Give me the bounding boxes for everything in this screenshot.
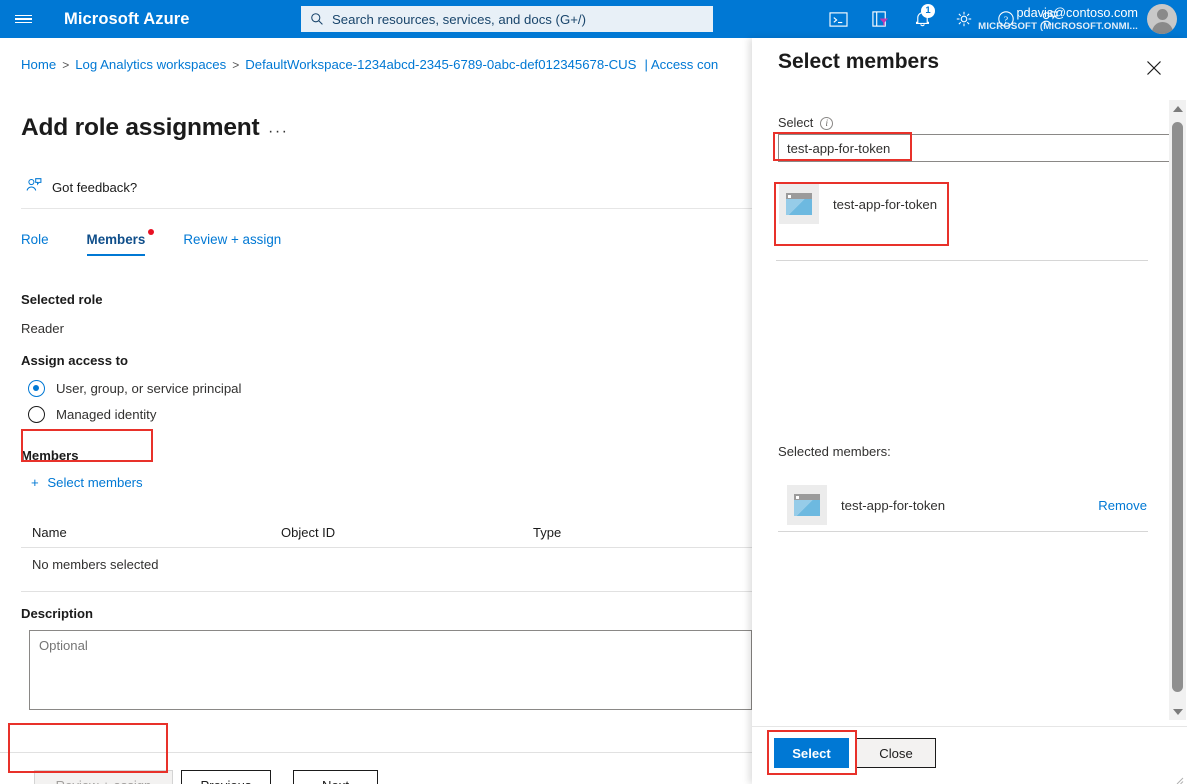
select-field-label: Select i: [778, 116, 833, 130]
panel-scrollbar[interactable]: [1169, 100, 1186, 720]
select-label-text: Select: [778, 116, 813, 130]
selected-member-name: test-app-for-token: [841, 498, 945, 513]
scroll-up-arrow[interactable]: [1169, 100, 1186, 117]
resize-grip-icon[interactable]: [1174, 772, 1184, 782]
review-assign-label: Review + assign: [56, 778, 152, 784]
notification-badge-count: 1: [921, 4, 935, 18]
scrollbar-thumb[interactable]: [1172, 122, 1183, 692]
panel-title: Select members: [778, 50, 939, 74]
account-email: pdavis@contoso.com: [978, 6, 1138, 21]
directories-filter-icon[interactable]: [859, 0, 901, 38]
header-divider: [21, 208, 752, 209]
hamburger-menu-icon[interactable]: [0, 0, 46, 38]
search-result-item[interactable]: test-app-for-token: [779, 176, 969, 232]
footer-divider: [0, 752, 752, 753]
tab-members-required-dot: [148, 229, 154, 235]
search-icon: [310, 12, 324, 26]
wizard-tabs: Role Members Review + assign: [21, 232, 319, 256]
got-feedback-label: Got feedback?: [52, 180, 137, 195]
more-actions-button[interactable]: ···: [268, 123, 288, 141]
table-header-type: Type: [533, 525, 561, 540]
breadcrumb-item-home[interactable]: Home: [21, 57, 56, 72]
selected-member-row: test-app-for-token Remove: [787, 481, 1147, 529]
previous-label: Previous: [201, 778, 252, 784]
select-members-button[interactable]: + Select members: [31, 475, 143, 490]
account-organization: MICROSOFT (MICROSOFT.ONMI...: [978, 21, 1138, 32]
review-assign-button: Review + assign: [34, 770, 173, 784]
tab-review-assign[interactable]: Review + assign: [183, 232, 281, 256]
main-content-area: Home > Log Analytics workspaces > Defaul…: [0, 38, 752, 784]
account-menu[interactable]: pdavis@contoso.com MICROSOFT (MICROSOFT.…: [978, 0, 1177, 38]
assign-access-heading: Assign access to: [21, 353, 128, 368]
next-label: Next: [322, 778, 349, 784]
panel-select-button[interactable]: Select: [774, 738, 849, 768]
selected-role-value: Reader: [21, 321, 64, 336]
tab-members-label: Members: [87, 232, 146, 247]
close-icon[interactable]: [1143, 57, 1165, 79]
azure-portal-screen: Microsoft Azure Search resources, servic…: [0, 0, 1187, 784]
member-search-input[interactable]: [778, 134, 1174, 162]
search-result-name: test-app-for-token: [833, 197, 937, 212]
global-search-placeholder: Search resources, services, and docs (G+…: [332, 12, 586, 27]
description-textarea[interactable]: [29, 630, 752, 710]
tab-members[interactable]: Members: [87, 232, 146, 256]
tab-role-label: Role: [21, 232, 49, 247]
page-title: Add role assignment: [21, 114, 260, 142]
notifications-bell-icon[interactable]: 1: [901, 0, 943, 38]
radio-button-icon[interactable]: [28, 406, 45, 423]
app-registration-icon: [779, 184, 819, 224]
panel-close-button[interactable]: Close: [856, 738, 936, 768]
panel-footer-divider: [752, 726, 1187, 727]
got-feedback-button[interactable]: Got feedback?: [25, 177, 137, 198]
global-search-box[interactable]: Search resources, services, and docs (G+…: [301, 6, 713, 32]
next-button[interactable]: Next: [293, 770, 378, 784]
select-members-panel: Select members Select i test-app-for-tok…: [752, 38, 1187, 784]
scroll-down-arrow[interactable]: [1169, 703, 1186, 720]
feedback-person-icon: [25, 177, 42, 198]
remove-member-button[interactable]: Remove: [1098, 498, 1147, 513]
table-header-name: Name: [32, 525, 67, 540]
tab-role[interactable]: Role: [21, 232, 49, 256]
radio-managed-identity[interactable]: Managed identity: [28, 406, 156, 423]
previous-button[interactable]: Previous: [181, 770, 271, 784]
table-row-divider: [21, 591, 752, 592]
breadcrumb-item-log-analytics[interactable]: Log Analytics workspaces: [75, 57, 226, 72]
radio-user-group-label: User, group, or service principal: [56, 381, 241, 396]
info-icon[interactable]: i: [820, 117, 833, 130]
panel-close-label: Close: [879, 746, 912, 761]
selected-member-divider: [778, 531, 1148, 532]
plus-icon: +: [31, 475, 39, 490]
breadcrumb-separator: >: [62, 58, 69, 72]
radio-managed-identity-label: Managed identity: [56, 407, 156, 422]
radio-user-group-service-principal[interactable]: User, group, or service principal: [28, 380, 241, 397]
breadcrumb-tail-truncated[interactable]: | Access con: [644, 57, 718, 72]
cloud-shell-icon[interactable]: [817, 0, 859, 38]
tab-review-assign-label: Review + assign: [183, 232, 281, 247]
azure-brand-logo[interactable]: Microsoft Azure: [64, 10, 190, 29]
app-registration-icon: [787, 485, 827, 525]
breadcrumb: Home > Log Analytics workspaces > Defaul…: [21, 57, 718, 72]
radio-button-icon[interactable]: [28, 380, 45, 397]
table-empty-message: No members selected: [32, 557, 158, 572]
selected-role-heading: Selected role: [21, 292, 103, 307]
selected-members-label: Selected members:: [778, 444, 891, 459]
select-members-label: Select members: [47, 475, 142, 490]
members-heading: Members: [21, 448, 79, 463]
panel-results-divider: [776, 260, 1148, 261]
user-avatar[interactable]: [1147, 4, 1177, 34]
description-label: Description: [21, 606, 93, 621]
panel-select-label: Select: [792, 746, 831, 761]
breadcrumb-item-workspace[interactable]: DefaultWorkspace-1234abcd-2345-6789-0abc…: [245, 57, 636, 72]
table-header-divider: [21, 547, 752, 548]
table-header-object-id: Object ID: [281, 525, 335, 540]
breadcrumb-separator: >: [232, 58, 239, 72]
